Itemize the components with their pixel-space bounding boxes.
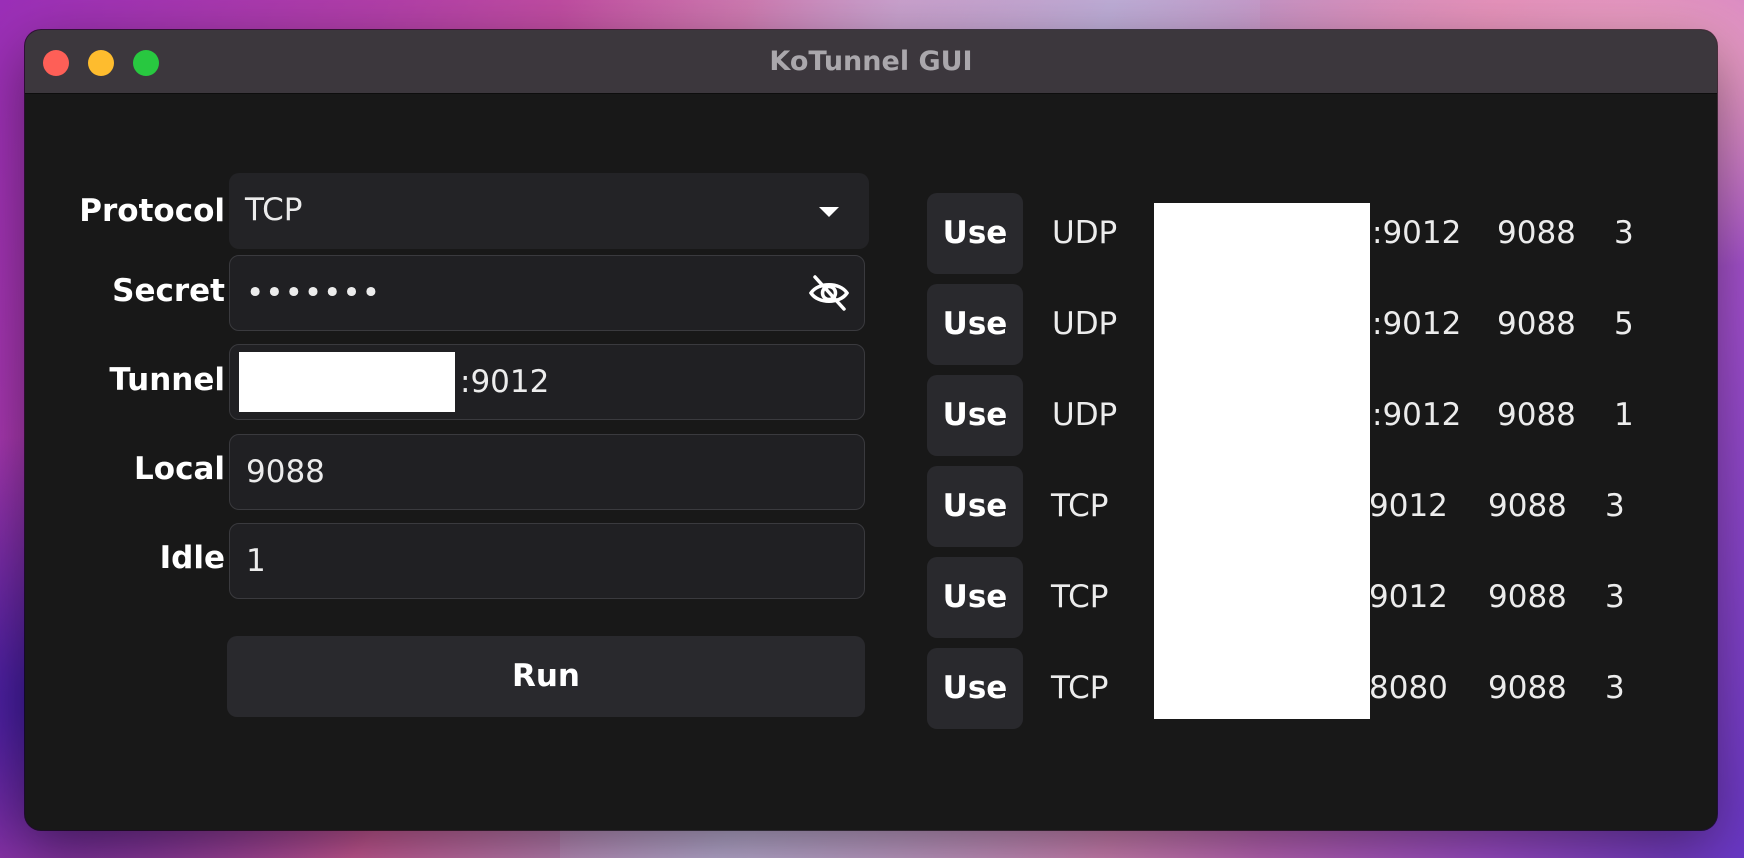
history-idle: 5 (1614, 306, 1634, 342)
idle-label: Idle (159, 540, 225, 576)
history-protocol: TCP (1051, 579, 1109, 615)
use-button[interactable]: Use (927, 466, 1023, 547)
history-protocol: UDP (1052, 215, 1118, 251)
use-button[interactable]: Use (927, 648, 1023, 729)
protocol-label: Protocol (79, 193, 225, 229)
tunnel-input[interactable]: :9012 (229, 344, 865, 420)
history-tunnel-port: :9012 (1372, 306, 1462, 342)
history-local: 9088 (1497, 306, 1576, 342)
history-tunnel-port: 9012 (1369, 579, 1448, 615)
history-tunnel-port: 9012 (1369, 488, 1448, 524)
history-local: 9088 (1488, 579, 1567, 615)
hide-password-icon[interactable] (808, 273, 850, 313)
use-button[interactable]: Use (927, 375, 1023, 456)
redacted-hosts-column (1154, 203, 1370, 719)
history-protocol: TCP (1051, 670, 1109, 706)
history-local: 9088 (1497, 397, 1576, 433)
secret-label: Secret (112, 273, 225, 309)
dropdown-caret-icon (819, 207, 839, 217)
history-local: 9088 (1497, 215, 1576, 251)
history-protocol: UDP (1052, 306, 1118, 342)
use-button[interactable]: Use (927, 193, 1023, 274)
run-button[interactable]: Run (227, 636, 865, 717)
local-input[interactable]: 9088 (229, 434, 865, 510)
use-button[interactable]: Use (927, 557, 1023, 638)
history-idle: 3 (1605, 579, 1625, 615)
secret-input[interactable]: ••••••• (229, 255, 865, 331)
history-idle: 3 (1605, 670, 1625, 706)
history-idle: 3 (1614, 215, 1634, 251)
history-protocol: TCP (1051, 488, 1109, 524)
idle-input[interactable]: 1 (229, 523, 865, 599)
history-tunnel-port: :9012 (1372, 397, 1462, 433)
redacted-host (239, 352, 455, 412)
history-tunnel-port: :9012 (1372, 215, 1462, 251)
protocol-select[interactable]: TCP (229, 173, 869, 249)
title-bar[interactable]: KoTunnel GUI (25, 30, 1717, 94)
secret-value: ••••••• (246, 275, 381, 311)
history-protocol: UDP (1052, 397, 1118, 433)
tunnel-port: :9012 (460, 364, 550, 400)
history-idle: 3 (1605, 488, 1625, 524)
tunnel-label: Tunnel (109, 362, 225, 398)
app-window: KoTunnel GUI Protocol TCP Secret •••••••… (25, 30, 1717, 830)
history-local: 9088 (1488, 488, 1567, 524)
history-tunnel-port: 8080 (1369, 670, 1448, 706)
use-button[interactable]: Use (927, 284, 1023, 365)
local-label: Local (134, 451, 225, 487)
history-idle: 1 (1614, 397, 1634, 433)
protocol-select-value: TCP (245, 192, 303, 228)
window-title: KoTunnel GUI (769, 46, 973, 77)
history-local: 9088 (1488, 670, 1567, 706)
